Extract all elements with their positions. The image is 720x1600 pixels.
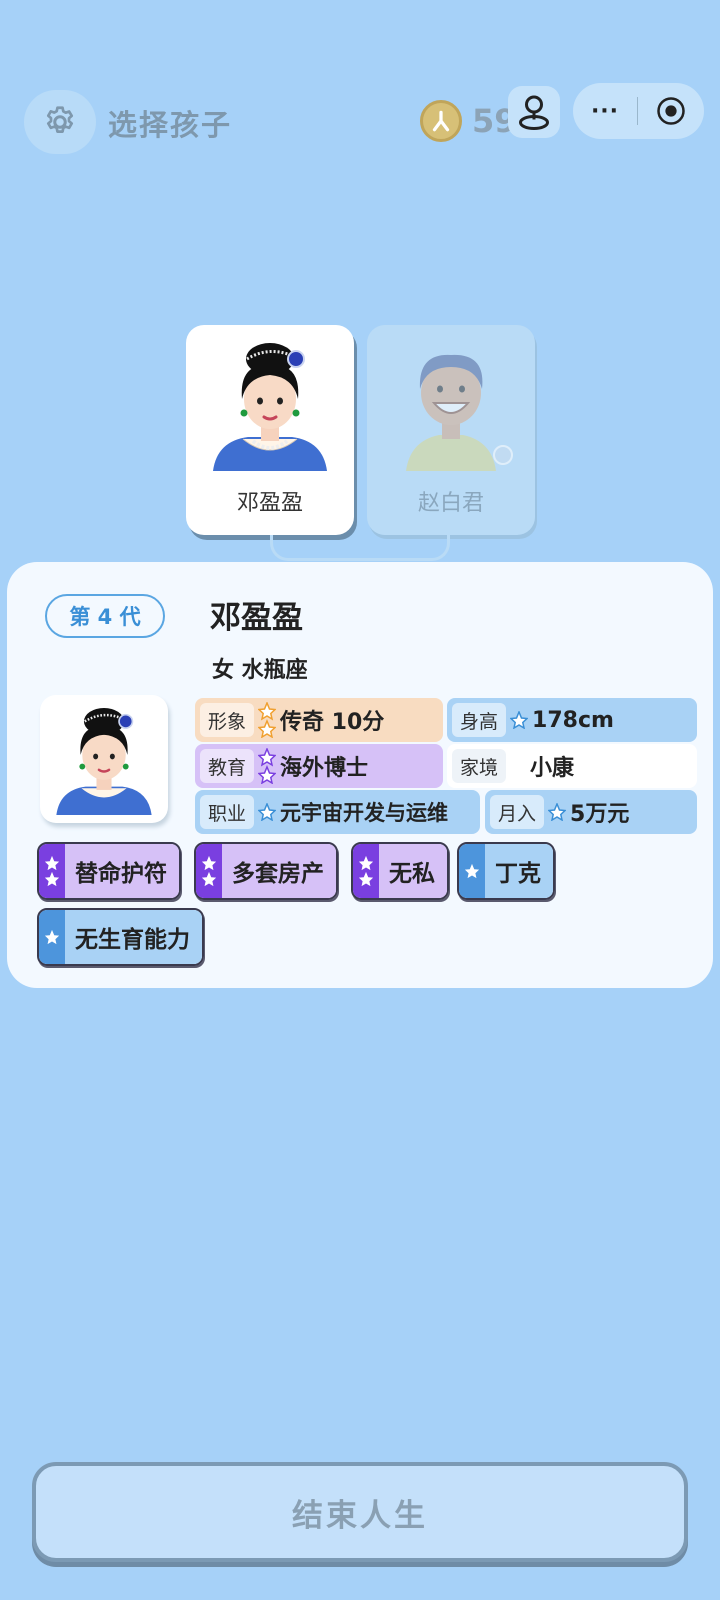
trait-tag: 丁克: [457, 842, 555, 900]
character-name: 赵白君: [417, 491, 484, 516]
double-star-icon: [353, 844, 379, 898]
profile-panel: 第 4 代 邓盈盈 女 水瓶座 形象 传奇 10分 身高 178cm 教育 海外…: [7, 562, 713, 988]
double-star-purple-icon: [258, 748, 277, 784]
double-star-icon: [196, 844, 222, 898]
attribute-value: 海外博士: [280, 756, 369, 781]
trait-tag: 替命护符: [37, 842, 181, 900]
trait-tag: 多套房产: [194, 842, 338, 900]
profile-name: 邓盈盈: [210, 600, 303, 636]
attribute-label: 月入: [490, 795, 545, 829]
attribute-value: 小康: [530, 756, 575, 781]
double-star-icon: [39, 844, 65, 898]
attribute-label: 形象: [200, 703, 255, 737]
attribute-value: 178cm: [532, 707, 614, 733]
character-card-unselected[interactable]: 赵白君: [367, 325, 535, 535]
trait-tag: 无私: [351, 842, 449, 900]
card-connector: [270, 535, 450, 561]
attribute-label: 身高: [452, 703, 507, 737]
character-name: 邓盈盈: [236, 491, 303, 516]
attribute-job: 职业 元宇宙开发与运维: [195, 790, 480, 834]
mini-program-capsule: ···: [573, 83, 704, 139]
generation-badge: 第 4 代: [45, 594, 165, 638]
star-icon: [39, 910, 65, 964]
attribute-label: 教育: [200, 749, 255, 783]
trait-tag-label: 无私: [379, 844, 447, 898]
end-life-button[interactable]: 结束人生: [32, 1462, 688, 1562]
page-title: 选择孩子: [108, 108, 233, 142]
attribute-family: 家境 小康: [447, 744, 697, 788]
star-icon: [459, 844, 485, 898]
settings-gear-button[interactable]: [24, 90, 96, 154]
coin-icon: [420, 100, 462, 142]
attribute-value: 5万元: [570, 802, 630, 827]
more-menu-button[interactable]: ···: [573, 99, 637, 124]
attribute-education: 教育 海外博士: [195, 744, 443, 788]
attribute-value: 元宇宙开发与运维: [280, 801, 449, 825]
attribute-label: 家境: [452, 749, 507, 783]
gear-icon: [46, 106, 74, 133]
location-pin-button[interactable]: [508, 86, 560, 138]
trait-tag-label: 替命护符: [65, 844, 179, 898]
star-blue-icon: [548, 803, 567, 821]
trait-tag-label: 无生育能力: [65, 910, 202, 964]
profile-avatar: [40, 695, 168, 823]
target-icon: [657, 97, 685, 125]
star-blue-icon: [510, 711, 529, 729]
star-blue-icon: [258, 803, 277, 821]
profile-gender-zodiac: 女 水瓶座: [212, 658, 308, 683]
attribute-image: 形象 传奇 10分: [195, 698, 443, 742]
woman-portrait-image: [56, 708, 152, 815]
attribute-height: 身高 178cm: [447, 698, 697, 742]
trait-tag: 无生育能力: [37, 908, 204, 966]
attribute-label: 职业: [200, 795, 255, 829]
location-pin-icon: [519, 95, 549, 130]
attribute-value: 传奇 10分: [280, 710, 385, 735]
woman-portrait-image: [203, 337, 337, 471]
man-portrait-image: [406, 354, 513, 471]
close-target-button[interactable]: [638, 96, 704, 126]
character-card-selected[interactable]: 邓盈盈: [186, 325, 354, 535]
double-star-orange-icon: [258, 702, 277, 738]
trait-tag-label: 丁克: [485, 844, 553, 898]
attribute-income: 月入 5万元: [485, 790, 697, 834]
trait-tag-label: 多套房产: [222, 844, 336, 898]
